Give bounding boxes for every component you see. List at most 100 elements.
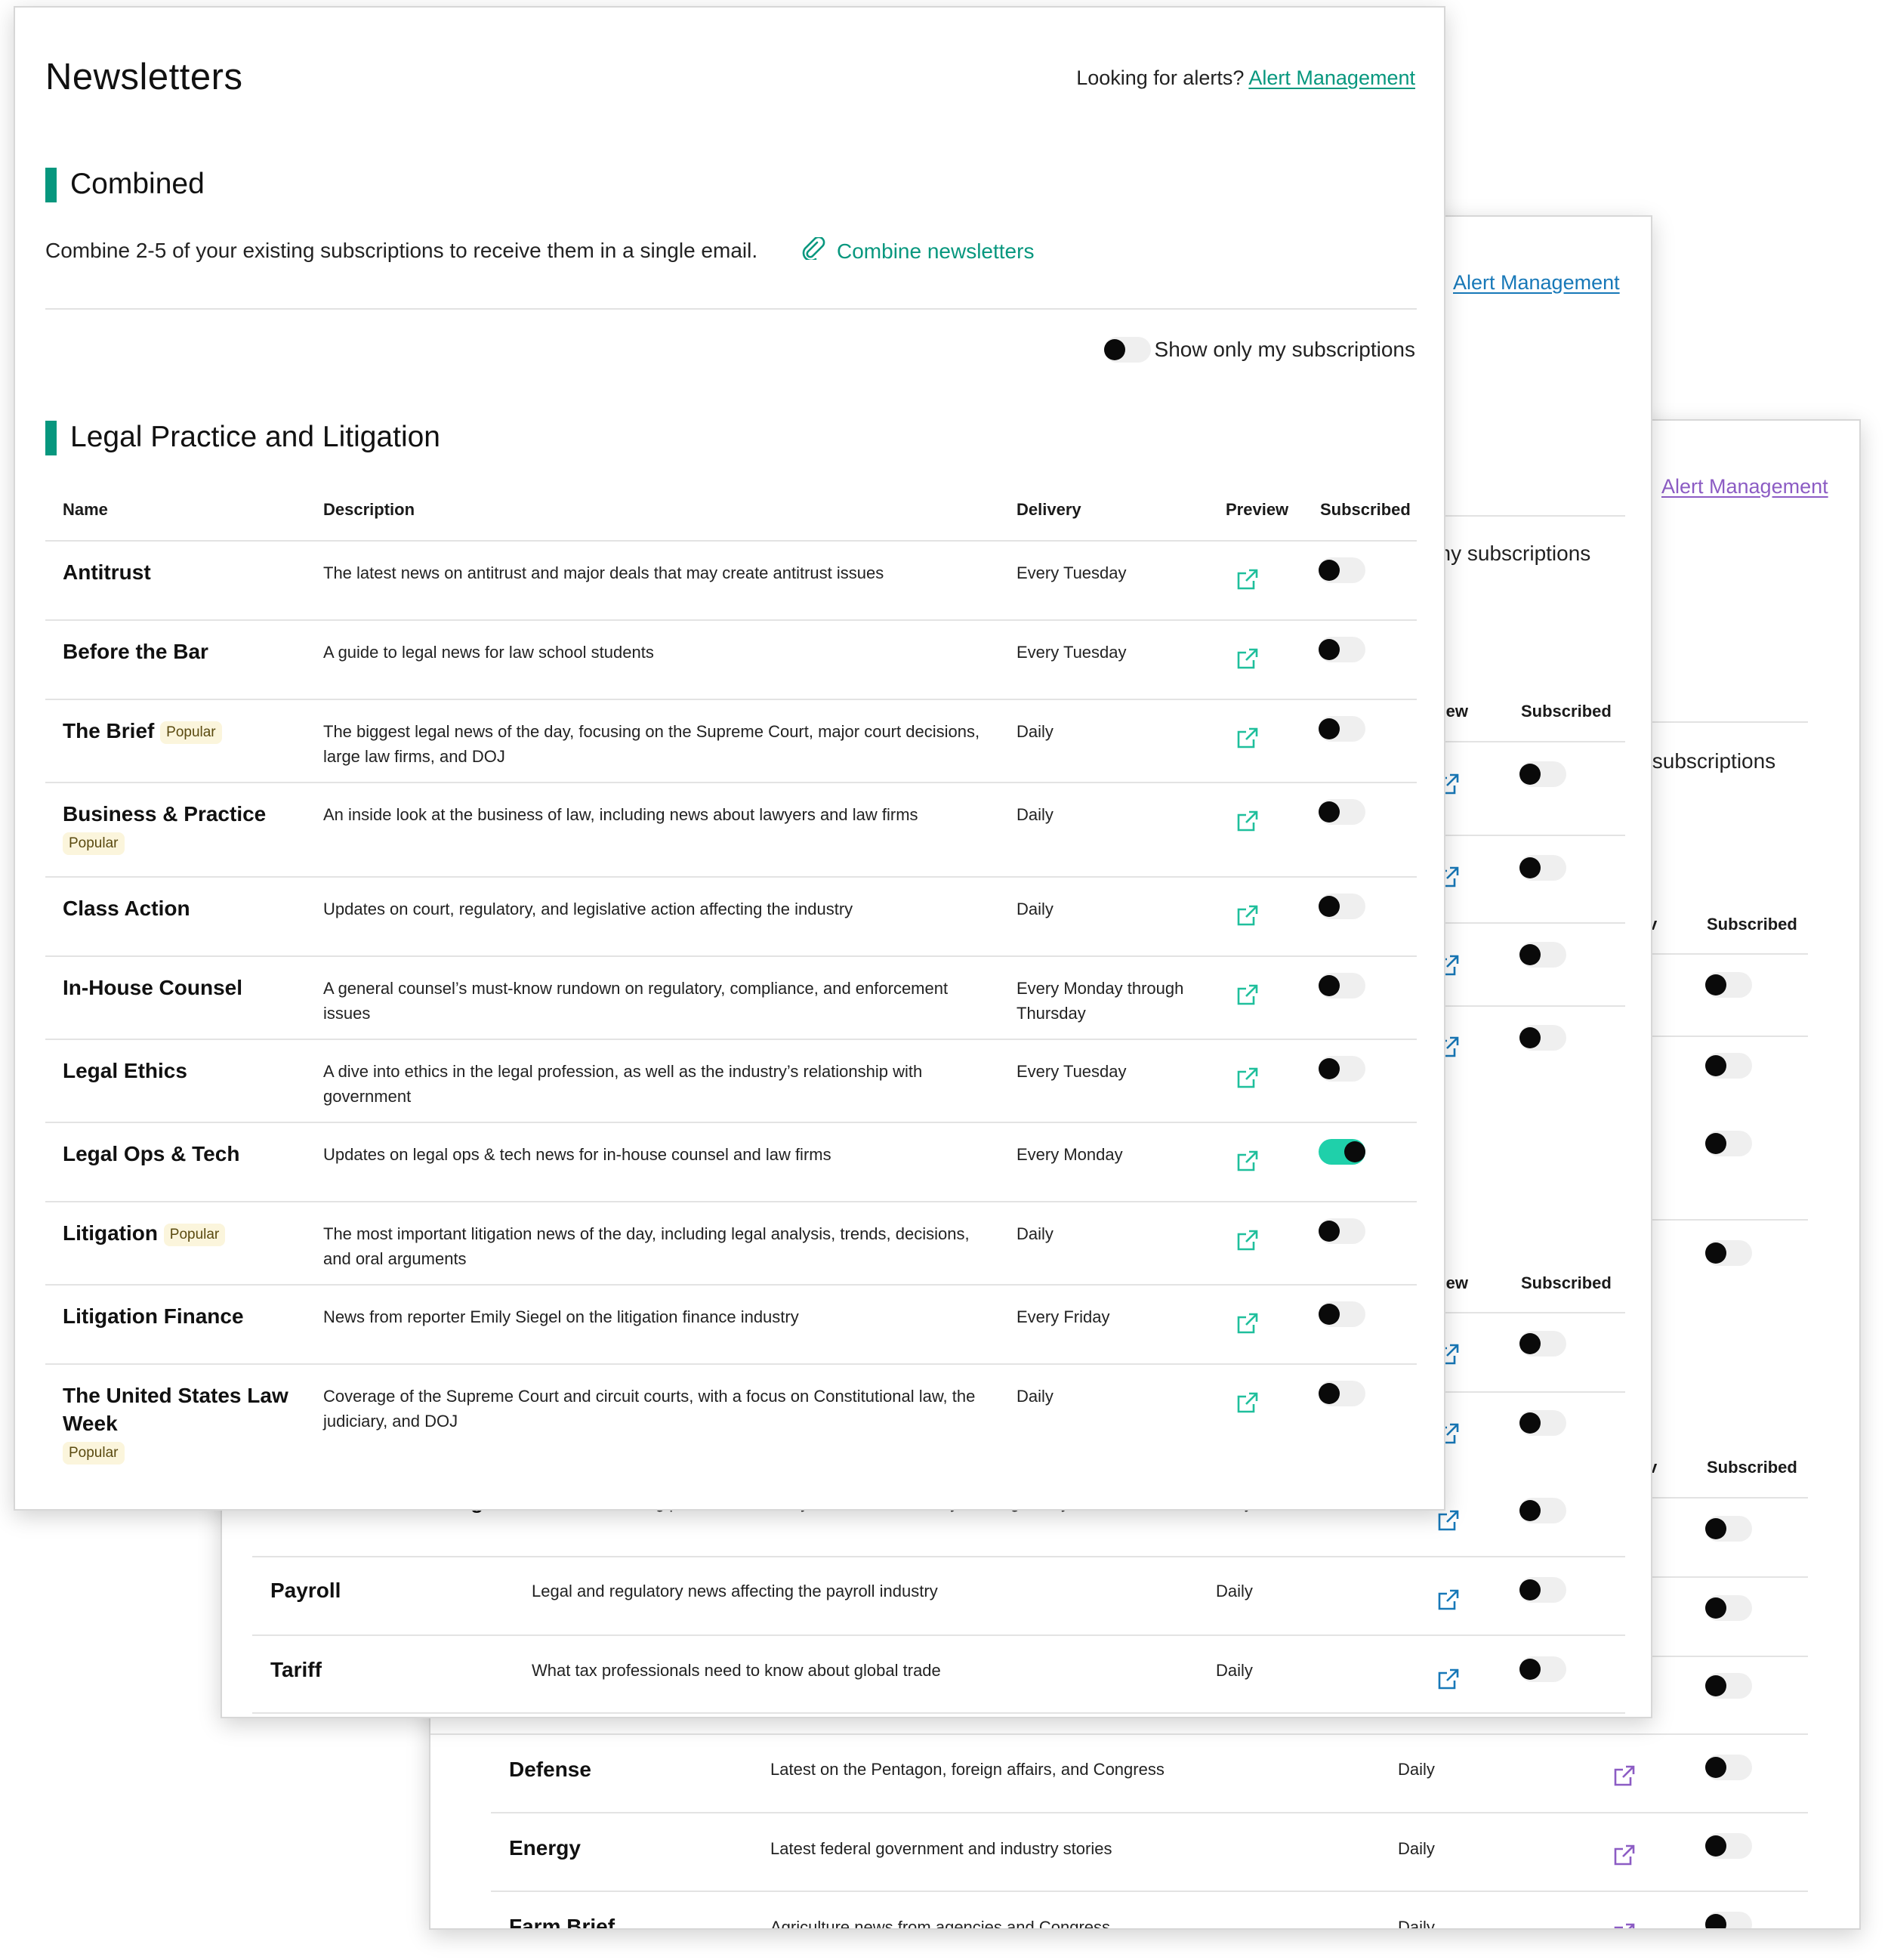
subscribe-toggle[interactable] — [1319, 973, 1365, 999]
subscribe-toggle[interactable] — [1319, 799, 1365, 825]
newsletter-delivery: Every Tuesday — [1016, 1062, 1127, 1081]
stage: Alert Management y subscriptions v Subsc… — [0, 0, 1888, 1960]
preview-icon[interactable] — [1236, 567, 1260, 591]
row-divider — [252, 1556, 1625, 1557]
preview-icon[interactable] — [1236, 983, 1260, 1007]
page-title: Newsletters — [45, 57, 243, 97]
newsletter-name: Before the Bar — [63, 640, 208, 663]
newsletters-card-front: Newsletters Looking for alerts? Alert Ma… — [14, 6, 1445, 1511]
preview-icon[interactable] — [1612, 1921, 1637, 1928]
newsletter-name: Farm Brief — [509, 1915, 615, 1930]
alert-management-link[interactable]: Alert Management — [1248, 66, 1415, 89]
subscribe-toggle[interactable] — [1319, 894, 1365, 919]
newsletter-description: Coverage of the Supreme Court and circui… — [323, 1387, 976, 1431]
preview-icon[interactable] — [1612, 1843, 1637, 1867]
newsletter-name-cell: In-House Counsel — [63, 974, 289, 1002]
column-header-preview: Preview — [1226, 500, 1289, 519]
preview-icon[interactable] — [1236, 1391, 1260, 1415]
subscribe-toggle[interactable] — [1519, 761, 1566, 787]
subscribe-toggle[interactable] — [1705, 1912, 1752, 1928]
newsletter-delivery: Daily — [1016, 1387, 1054, 1406]
newsletter-delivery: Daily — [1398, 1760, 1435, 1779]
subscribe-toggle[interactable] — [1519, 1410, 1566, 1436]
preview-icon[interactable] — [1236, 1066, 1260, 1090]
subscribe-toggle[interactable] — [1705, 1131, 1752, 1156]
subscribe-toggle[interactable] — [1319, 1301, 1365, 1327]
preview-icon[interactable] — [1236, 1311, 1260, 1335]
newsletter-description: What tax professionals need to know abou… — [532, 1661, 941, 1680]
subscribe-toggle[interactable] — [1519, 942, 1566, 968]
preview-icon[interactable] — [1612, 1764, 1637, 1788]
newsletter-name: Antitrust — [63, 560, 151, 584]
row-divider — [45, 955, 1417, 957]
subscribe-toggle[interactable] — [1519, 1577, 1566, 1603]
subscribe-toggle[interactable] — [1519, 1025, 1566, 1051]
newsletter-delivery: Daily — [1016, 805, 1054, 824]
column-header-delivery: Delivery — [1016, 500, 1081, 519]
newsletter-delivery: Every Friday — [1016, 1307, 1110, 1326]
section-accent-bar — [45, 168, 57, 202]
row-divider — [45, 540, 1417, 542]
newsletter-delivery: Daily — [1016, 722, 1054, 741]
subscribe-toggle[interactable] — [1705, 1053, 1752, 1079]
subscribe-toggle[interactable] — [1319, 557, 1365, 583]
subscribe-toggle[interactable] — [1319, 637, 1365, 662]
toggle-knob — [1319, 1383, 1340, 1404]
subscribe-toggle[interactable] — [1705, 1755, 1752, 1780]
combined-heading: Combined — [70, 168, 205, 200]
preview-icon[interactable] — [1436, 1667, 1461, 1691]
subscribe-toggle[interactable] — [1519, 1656, 1566, 1682]
newsletter-name-cell: Legal Ops & Tech — [63, 1140, 289, 1168]
newsletter-name-cell: Antitrust — [63, 558, 289, 586]
newsletter-name: Class Action — [63, 897, 190, 920]
popular-badge: Popular — [163, 1223, 226, 1246]
subscribe-toggle[interactable] — [1705, 972, 1752, 998]
subscribe-toggle[interactable] — [1319, 1056, 1365, 1082]
newsletter-name: In-House Counsel — [63, 976, 243, 999]
preview-icon[interactable] — [1236, 903, 1260, 928]
subscribe-toggle[interactable] — [1705, 1833, 1752, 1859]
subscribe-toggle[interactable] — [1319, 1218, 1365, 1244]
subscribe-toggle[interactable] — [1519, 1331, 1566, 1357]
preview-icon[interactable] — [1236, 809, 1260, 833]
divider — [45, 308, 1417, 310]
toggle-knob — [1319, 1058, 1340, 1079]
subscribe-toggle[interactable] — [1319, 1139, 1365, 1165]
subscribe-toggle[interactable] — [1519, 855, 1566, 881]
preview-icon[interactable] — [1236, 726, 1260, 750]
subscribe-toggle[interactable] — [1519, 1498, 1566, 1523]
row-divider — [45, 782, 1417, 783]
subscribe-toggle[interactable] — [1705, 1673, 1752, 1699]
preview-icon[interactable] — [1236, 1149, 1260, 1173]
subscribe-toggle[interactable] — [1705, 1240, 1752, 1266]
row-divider — [430, 1733, 1808, 1735]
newsletter-name: Legal Ethics — [63, 1059, 187, 1082]
row-divider — [252, 1634, 1625, 1636]
combine-newsletters-link[interactable]: Combine newsletters — [801, 236, 1035, 265]
row-divider — [45, 1122, 1417, 1123]
preview-icon[interactable] — [1436, 1508, 1461, 1533]
subscribe-toggle[interactable] — [1705, 1516, 1752, 1542]
paperclip-icon — [801, 236, 826, 265]
newsletter-description: The latest news on antitrust and major d… — [323, 563, 884, 582]
popular-badge: Popular — [63, 1442, 125, 1465]
newsletter-name-cell: Class Action — [63, 894, 289, 922]
show-only-subscriptions-toggle[interactable] — [1104, 337, 1151, 363]
subscribe-toggle[interactable] — [1319, 716, 1365, 742]
show-only-label: y subscriptions — [1636, 749, 1776, 773]
newsletter-name: Payroll — [270, 1579, 341, 1602]
toggle-knob — [1319, 975, 1340, 996]
subscribe-toggle[interactable] — [1319, 1381, 1365, 1406]
preview-icon[interactable] — [1236, 1228, 1260, 1252]
alert-management-link[interactable]: Alert Management — [1453, 271, 1620, 295]
row-divider — [491, 1812, 1808, 1813]
preview-icon[interactable] — [1436, 1588, 1461, 1612]
newsletter-name-cell: Litigation Finance — [63, 1302, 289, 1330]
preview-icon[interactable] — [1236, 647, 1260, 671]
alert-management-link[interactable]: Alert Management — [1661, 475, 1828, 498]
subscribe-toggle[interactable] — [1705, 1595, 1752, 1621]
combine-newsletters-label: Combine newsletters — [837, 239, 1035, 263]
newsletter-description: Updates on legal ops & tech news for in-… — [323, 1145, 831, 1164]
column-header-subscribed: Subscribed — [1521, 702, 1612, 721]
row-divider — [45, 876, 1417, 878]
